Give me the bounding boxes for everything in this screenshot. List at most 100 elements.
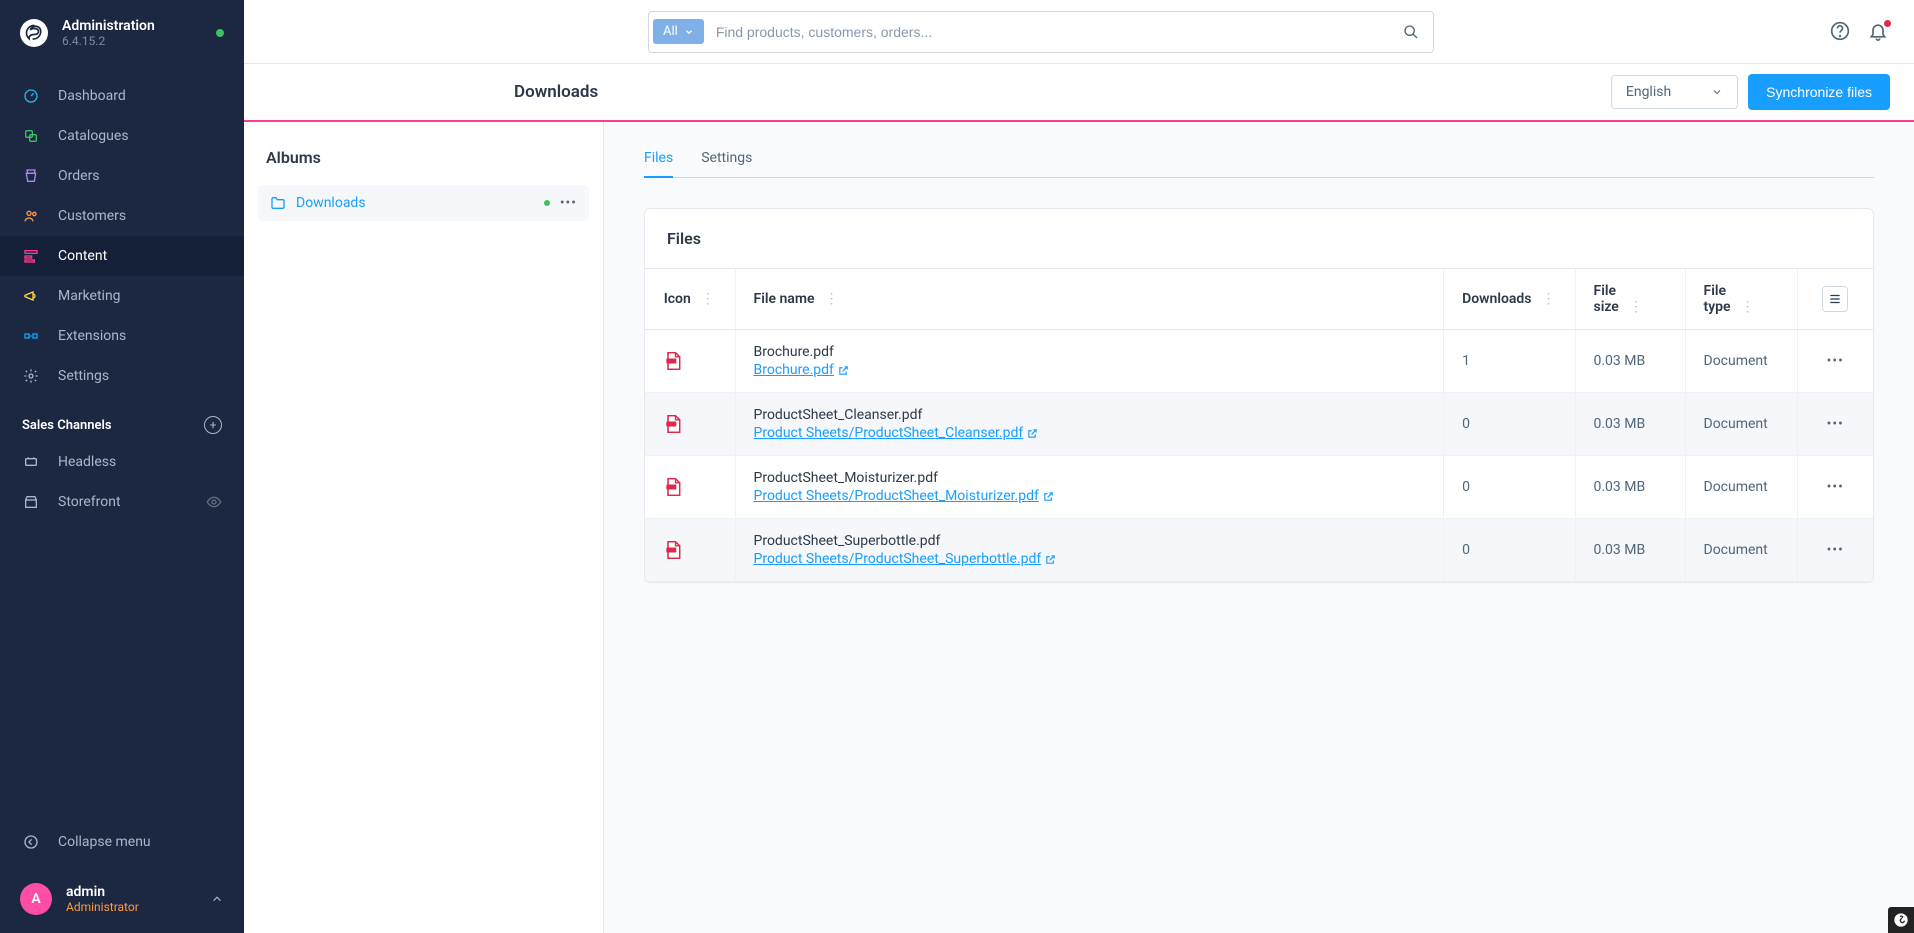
sales-headless[interactable]: Headless [0,442,244,482]
file-name: Brochure.pdf [754,344,1426,360]
logo-icon [20,19,48,47]
th-menu-icon[interactable]: ⋮ [1542,291,1557,307]
status-dot-icon [216,29,224,37]
table-row[interactable]: PDF ProductSheet_Cleanser.pdf Product Shee… [645,393,1873,456]
external-link-icon [1045,554,1056,565]
albums-title: Albums [258,142,589,185]
search-bar: All [648,11,1434,53]
notifications-icon[interactable] [1868,21,1890,43]
search-filter-all[interactable]: All [653,19,704,44]
user-menu[interactable]: A admin Administrator [0,865,244,933]
orders-icon [22,167,40,185]
synchronize-button[interactable]: Synchronize files [1748,74,1890,110]
headless-icon [22,453,40,471]
card-title: Files [645,209,1873,268]
sidebar-header: Administration 6.4.15.2 [0,0,244,66]
nav-content[interactable]: Content [0,236,244,276]
page-header: Downloads English Synchronize files [244,64,1914,122]
content-row: Albums Downloads ••• Files Settings File… [244,122,1914,933]
nav-label: Marketing [58,288,121,304]
storefront-icon [22,493,40,511]
notification-dot-icon [1884,20,1891,27]
svg-text:PDF: PDF [668,359,675,363]
collapse-menu-button[interactable]: Collapse menu [0,819,244,865]
file-type: Document [1685,456,1797,519]
th-menu-icon[interactable]: ⋮ [701,291,716,307]
collapse-label: Collapse menu [58,834,151,850]
chevron-up-icon [210,892,224,906]
file-link[interactable]: Product Sheets/ProductSheet_Superbottle.… [754,551,1057,567]
search-icon[interactable] [1403,24,1419,40]
file-size: 0.03 MB [1575,393,1685,456]
th-filesize: File size⋮ [1575,269,1685,330]
row-context-menu[interactable]: ••• [1827,542,1844,558]
nav-marketing[interactable]: Marketing [0,276,244,316]
nav-customers[interactable]: Customers [0,196,244,236]
external-link-icon [1027,428,1038,439]
table-row[interactable]: PDFProductSheet_Moisturizer.pdfProduct S… [645,456,1873,519]
row-context-menu[interactable]: ••• [1827,353,1844,369]
album-context-menu[interactable]: ••• [560,195,577,211]
nav-orders[interactable]: Orders [0,156,244,196]
row-context-menu[interactable]: ••• [1827,479,1844,495]
folder-icon [270,195,286,211]
table-settings-button[interactable] [1822,286,1848,312]
file-size: 0.03 MB [1575,330,1685,393]
pdf-icon: PDF [663,476,717,498]
detail-panel: Files Settings Files Icon⋮ File name⋮ Do… [604,122,1914,933]
nav-dashboard[interactable]: Dashboard [0,76,244,116]
help-icon[interactable] [1830,21,1852,43]
table-row[interactable]: PDFProductSheet_Superbottle.pdfProduct S… [645,519,1873,582]
chevron-down-icon [1711,86,1723,98]
files-card: Files Icon⋮ File name⋮ Downloads⋮ File s… [644,208,1874,583]
file-name: ProductSheet_Cleanser.pdf [754,407,1426,423]
content-icon [22,247,40,265]
nav-label: Extensions [58,328,126,344]
th-icon: Icon⋮ [645,269,735,330]
nav-catalogues[interactable]: Catalogues [0,116,244,156]
marketing-icon [22,287,40,305]
nav-extensions[interactable]: Extensions [0,316,244,356]
th-downloads: Downloads⋮ [1444,269,1575,330]
tab-files[interactable]: Files [644,140,673,178]
admin-title: Administration [62,18,155,34]
file-link[interactable]: Brochure.pdf [754,362,849,378]
external-link-icon [1043,491,1054,502]
album-item[interactable]: Downloads ••• [258,185,589,221]
pdf-icon: PDF [663,413,717,435]
sales-label: Headless [58,454,116,470]
nav-list: Dashboard Catalogues Orders Customers Co… [0,66,244,396]
main: All Downloads English Synchronize files … [244,0,1914,933]
tab-settings[interactable]: Settings [701,140,752,177]
downloads-count: 0 [1444,456,1575,519]
language-select[interactable]: English [1611,75,1738,109]
th-menu-icon[interactable]: ⋮ [1741,299,1756,315]
nav-label: Orders [58,168,100,184]
page-title: Downloads [514,82,598,102]
add-sales-channel-button[interactable]: + [204,416,222,434]
svg-text:PDF: PDF [668,485,675,489]
file-type: Document [1685,519,1797,582]
albums-panel: Albums Downloads ••• [244,122,604,933]
th-menu-icon[interactable]: ⋮ [1629,299,1644,315]
nav-label: Customers [58,208,126,224]
album-name: Downloads [296,195,534,211]
settings-icon [22,367,40,385]
nav-settings[interactable]: Settings [0,356,244,396]
eye-icon[interactable] [206,494,222,510]
sidebar-bottom: Collapse menu A admin Administrator [0,819,244,933]
th-menu-icon[interactable]: ⋮ [825,291,840,307]
catalogues-icon [22,127,40,145]
sales-storefront[interactable]: Storefront [0,482,244,522]
svg-text:PDF: PDF [668,422,675,426]
debug-toolbar-icon[interactable] [1888,907,1914,933]
file-link[interactable]: Product Sheets/ProductSheet_Moisturizer.… [754,488,1054,504]
row-context-menu[interactable]: ••• [1827,416,1844,432]
sidebar: Administration 6.4.15.2 Dashboard Catalo… [0,0,244,933]
search-input[interactable] [716,24,1393,40]
file-link[interactable]: Product Sheets/ProductSheet_Cleanser.pdf [754,425,1039,441]
sales-channels-header: Sales Channels + [0,396,244,442]
th-filetype: File type⋮ [1685,269,1797,330]
external-link-icon [838,365,849,376]
table-row[interactable]: PDFBrochure.pdfBrochure.pdf 10.03 MBDocu… [645,330,1873,393]
